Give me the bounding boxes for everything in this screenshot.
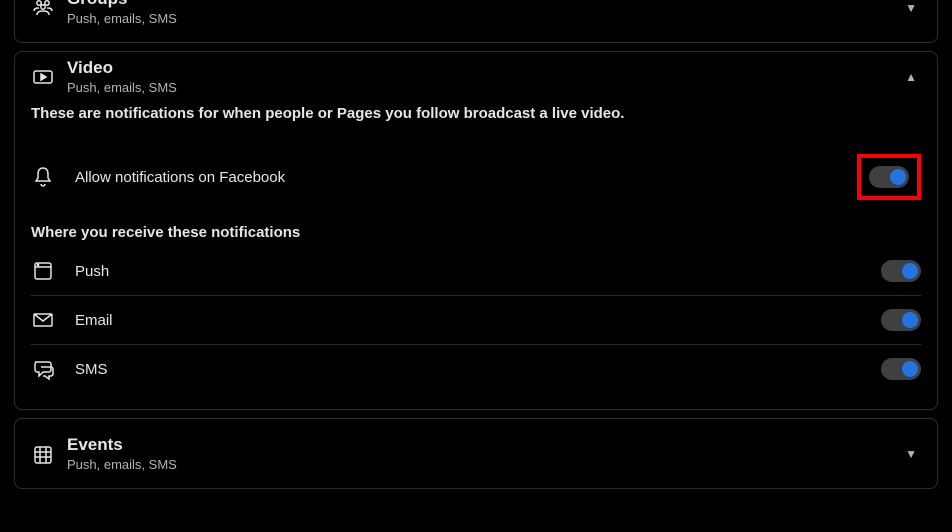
- toggle-knob: [890, 169, 906, 185]
- email-label: Email: [75, 312, 881, 329]
- toggle-knob: [902, 263, 918, 279]
- video-title-wrap: Video Push, emails, SMS: [67, 58, 905, 95]
- toggle-knob: [902, 361, 918, 377]
- sms-toggle[interactable]: [881, 358, 921, 380]
- video-icon: [31, 65, 67, 89]
- sms-row: SMS: [31, 345, 921, 393]
- events-subtitle: Push, emails, SMS: [67, 457, 905, 472]
- email-toggle[interactable]: [881, 309, 921, 331]
- toggle-knob: [902, 312, 918, 328]
- sms-icon: [31, 357, 75, 381]
- video-description: These are notifications for when people …: [31, 105, 921, 122]
- push-row: Push: [31, 247, 921, 295]
- groups-header[interactable]: Groups Push, emails, SMS ▼: [15, 0, 937, 42]
- groups-subtitle: Push, emails, SMS: [67, 11, 905, 26]
- sms-label: SMS: [75, 361, 881, 378]
- video-title: Video: [67, 58, 905, 78]
- groups-title-wrap: Groups Push, emails, SMS: [67, 0, 905, 26]
- chevron-down-icon: ▼: [905, 1, 921, 15]
- email-row: Email: [31, 296, 921, 344]
- events-header[interactable]: Events Push, emails, SMS ▼: [15, 419, 937, 488]
- events-title: Events: [67, 435, 905, 455]
- push-label: Push: [75, 263, 881, 280]
- push-toggle[interactable]: [881, 260, 921, 282]
- video-header[interactable]: Video Push, emails, SMS ▲: [15, 52, 937, 105]
- chevron-down-icon: ▼: [905, 447, 921, 461]
- calendar-icon: [31, 442, 67, 466]
- allow-notifications-label: Allow notifications on Facebook: [75, 169, 857, 186]
- email-icon: [31, 308, 75, 332]
- allow-notifications-row: Allow notifications on Facebook: [31, 142, 921, 212]
- where-receive-label: Where you receive these notifications: [31, 224, 921, 241]
- allow-notifications-toggle[interactable]: [869, 166, 909, 188]
- chevron-up-icon: ▲: [905, 70, 921, 84]
- video-subtitle: Push, emails, SMS: [67, 80, 905, 95]
- groups-section: Groups Push, emails, SMS ▼: [14, 0, 938, 43]
- bell-icon: [31, 165, 75, 189]
- push-icon: [31, 259, 75, 283]
- highlight-box: [857, 154, 921, 200]
- events-title-wrap: Events Push, emails, SMS: [67, 435, 905, 472]
- groups-icon: [31, 0, 67, 20]
- video-section: Video Push, emails, SMS ▲ These are noti…: [14, 51, 938, 410]
- video-body: These are notifications for when people …: [15, 105, 937, 409]
- groups-title: Groups: [67, 0, 905, 9]
- events-section: Events Push, emails, SMS ▼: [14, 418, 938, 489]
